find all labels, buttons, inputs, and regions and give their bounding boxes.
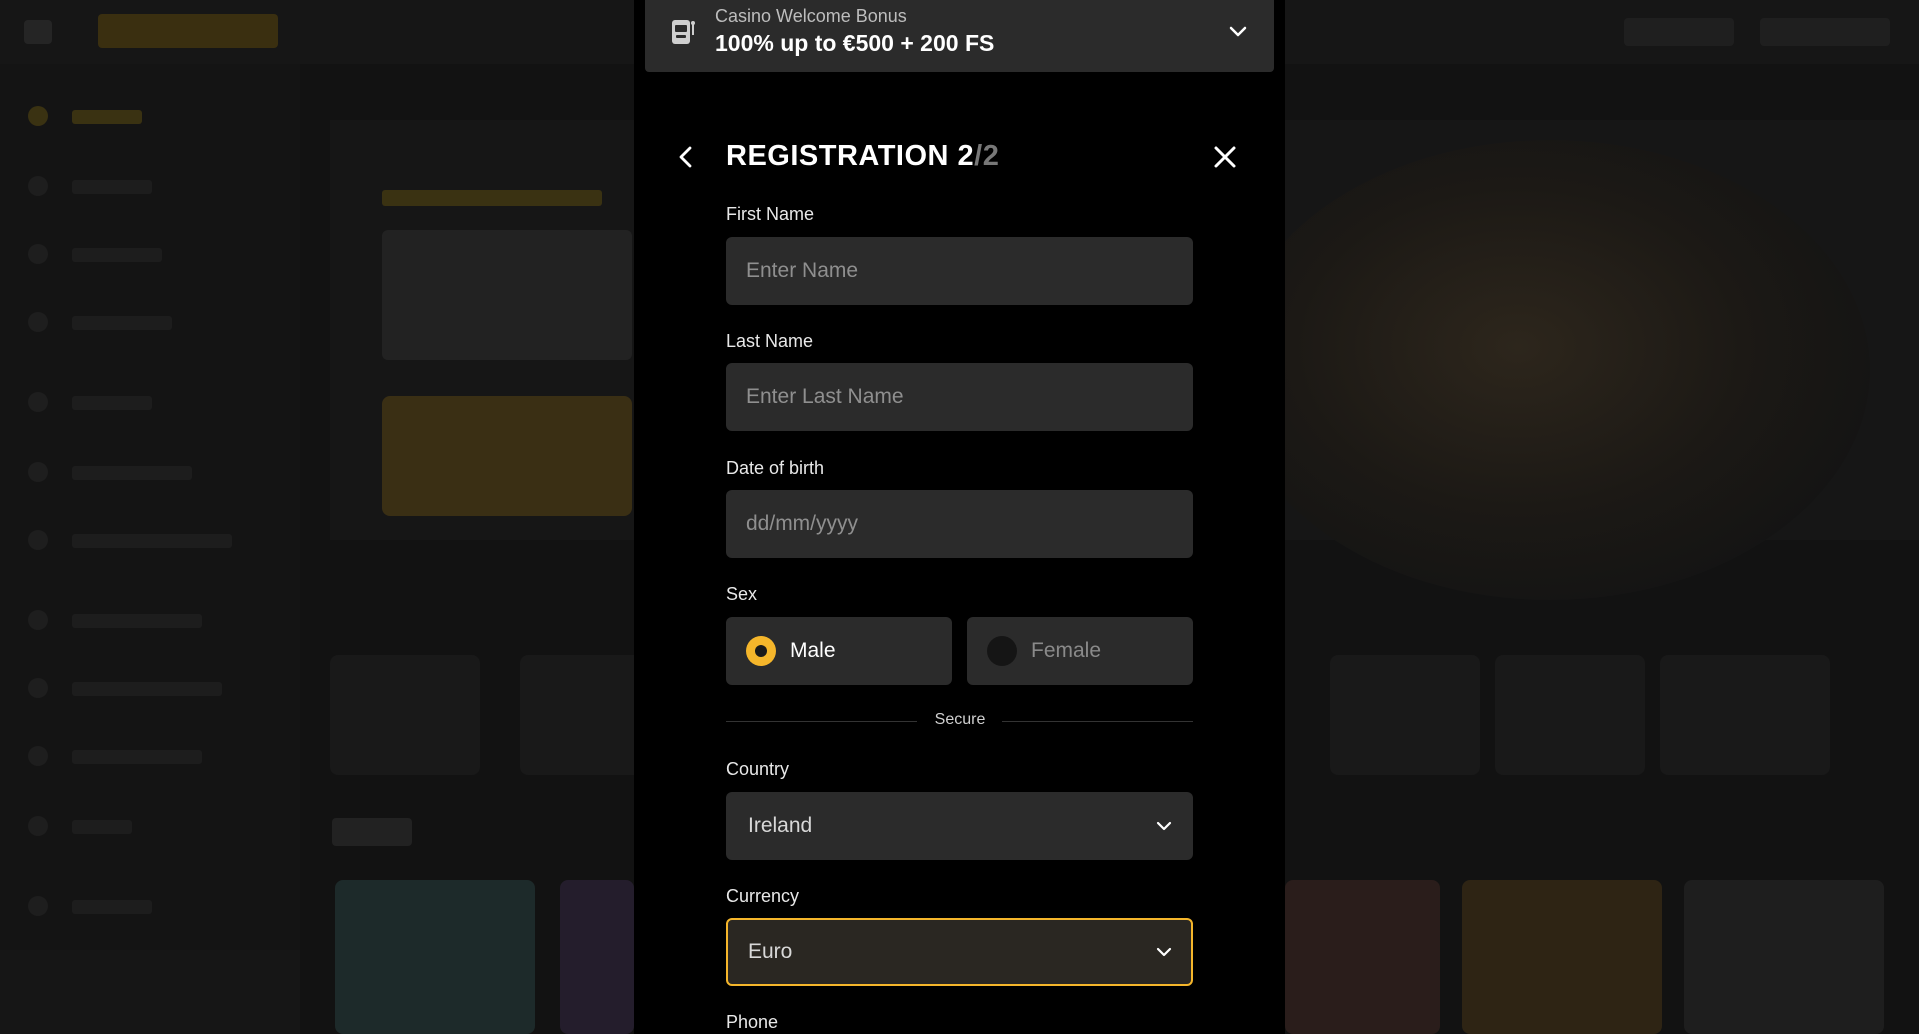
dob-label: Date of birth: [726, 458, 825, 478]
background-game-tile: [1462, 880, 1662, 1034]
background-bottom-nav: [0, 950, 300, 1034]
background-side-text: [72, 248, 162, 262]
currency-label: Currency: [726, 886, 800, 906]
background-side-icon: [28, 106, 48, 126]
background-game-tile: [560, 880, 634, 1034]
background-side-text: [72, 820, 132, 834]
country-select[interactable]: Ireland: [726, 792, 1193, 860]
first-name-label: First Name: [726, 204, 815, 224]
background-side-icon: [28, 392, 48, 412]
background-game-tile: [1684, 880, 1884, 1034]
last-name-input[interactable]: [726, 363, 1193, 431]
chevron-down-icon[interactable]: [1226, 20, 1250, 44]
background-category: [1330, 655, 1480, 775]
background-hero-title: [382, 230, 632, 360]
bonus-title: 100% up to €500 + 200 FS: [715, 30, 995, 56]
background-sidebar: [0, 64, 300, 1034]
background-hero-art: [1230, 140, 1870, 600]
country-label: Country: [726, 759, 790, 779]
registration-title: REGISTRATION 2/2: [726, 140, 999, 173]
background-category: [330, 655, 480, 775]
radio-selected-icon: [746, 636, 776, 666]
background-side-text: [72, 900, 152, 914]
background-side-text: [72, 534, 232, 548]
secure-divider-text: Secure: [934, 711, 986, 728]
sex-label: Sex: [726, 584, 758, 604]
radio-unselected-icon: [987, 636, 1017, 666]
background-side-icon: [28, 746, 48, 766]
background-side-text: [72, 180, 152, 194]
slot-machine-icon: [672, 20, 695, 44]
background-side-text: [72, 750, 202, 764]
country-value: Ireland: [748, 814, 813, 837]
background-register-button: [1760, 18, 1890, 46]
background-logo: [98, 14, 278, 48]
first-name-input[interactable]: [726, 237, 1193, 305]
background-category: [1495, 655, 1645, 775]
background-side-icon: [28, 896, 48, 916]
background-game-tile: [335, 880, 535, 1034]
divider-line-left: [726, 721, 917, 722]
background-side-icon: [28, 678, 48, 698]
background-side-icon: [28, 244, 48, 264]
sex-option-male[interactable]: Male: [726, 617, 952, 685]
bonus-subtitle: Casino Welcome Bonus: [715, 6, 907, 26]
back-button[interactable]: [674, 144, 698, 170]
divider-line-right: [1002, 721, 1193, 722]
dob-input[interactable]: [726, 490, 1193, 558]
background-category: [1660, 655, 1830, 775]
last-name-label: Last Name: [726, 331, 814, 351]
phone-label: Phone: [726, 1012, 779, 1032]
background-side-text: [72, 466, 192, 480]
background-side-text: [72, 614, 202, 628]
background-side-text: [72, 316, 172, 330]
background-side-icon: [28, 610, 48, 630]
background-side-icon: [28, 816, 48, 836]
background-hero-tag: [382, 190, 602, 206]
background-hero-cta: [382, 396, 632, 516]
registration-modal: Casino Welcome Bonus 100% up to €500 + 2…: [634, 0, 1285, 1034]
background-side-text: [72, 682, 222, 696]
currency-select[interactable]: Euro: [726, 918, 1193, 986]
registration-title-main: REGISTRATION 2: [726, 140, 975, 172]
chevron-down-icon: [1156, 947, 1172, 957]
close-icon[interactable]: [1212, 144, 1238, 170]
background-login-button: [1624, 18, 1734, 46]
background-menu-icon: [24, 20, 52, 44]
sex-option-label: Female: [1031, 639, 1102, 662]
currency-value: Euro: [748, 940, 793, 963]
background-side-icon: [28, 312, 48, 332]
background-side-icon: [28, 530, 48, 550]
sex-option-label: Male: [790, 639, 836, 662]
chevron-down-icon: [1156, 821, 1172, 831]
background-side-text: [72, 110, 142, 124]
background-section-title: [332, 818, 412, 846]
background-side-icon: [28, 176, 48, 196]
registration-title-step: /2: [974, 140, 1000, 172]
welcome-bonus-bar[interactable]: Casino Welcome Bonus 100% up to €500 + 2…: [645, 0, 1274, 72]
background-game-tile: [1285, 880, 1440, 1034]
background-side-icon: [28, 462, 48, 482]
background-side-text: [72, 396, 152, 410]
sex-option-female[interactable]: Female: [967, 617, 1193, 685]
